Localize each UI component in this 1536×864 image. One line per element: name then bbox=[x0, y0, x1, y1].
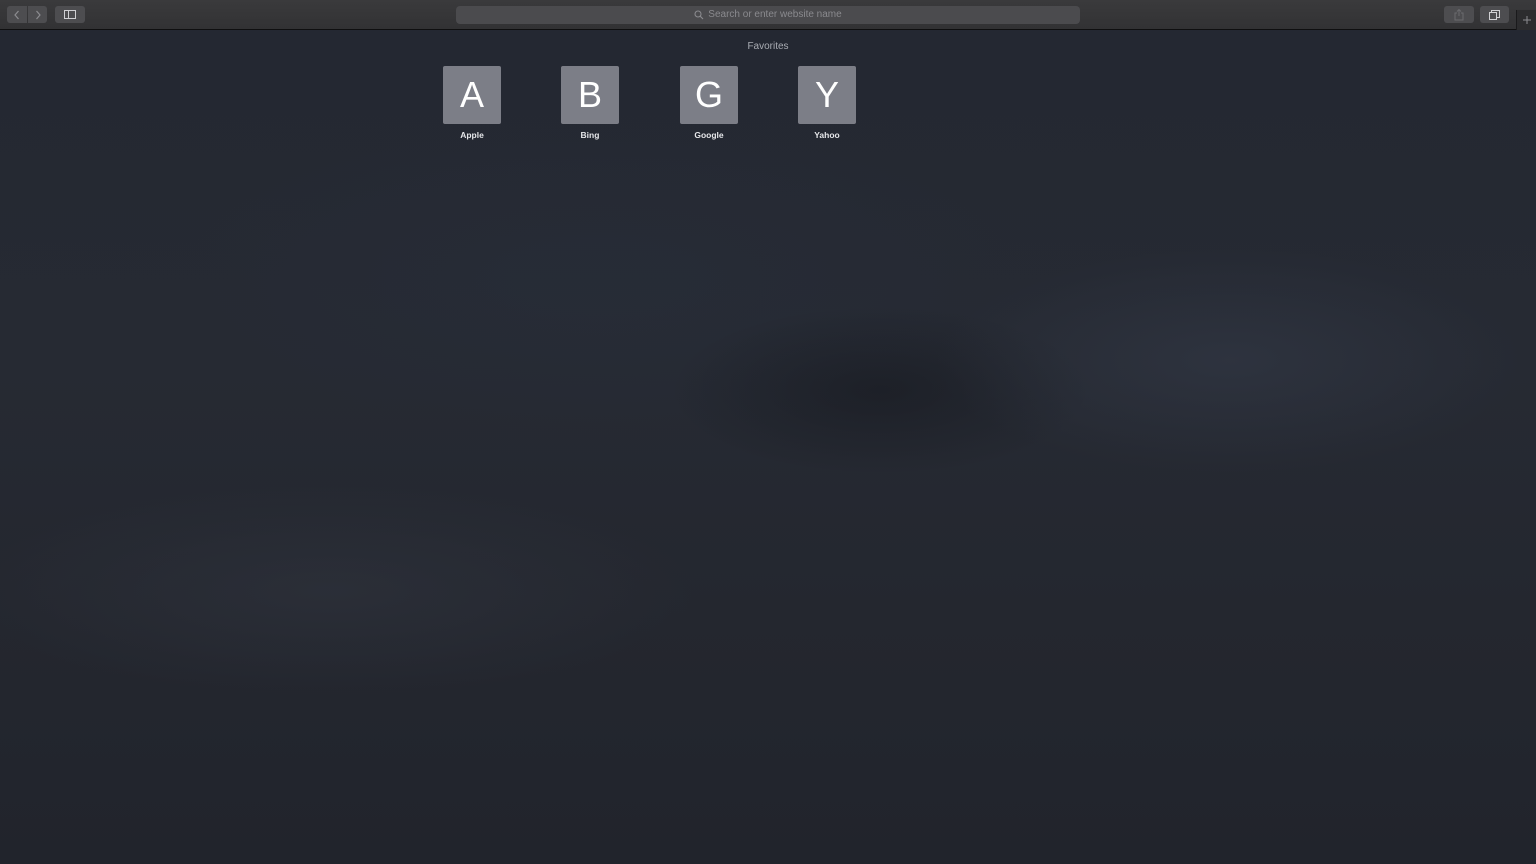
address-bar[interactable]: Search or enter website name bbox=[456, 6, 1080, 24]
sidebar-toggle-button[interactable] bbox=[55, 6, 85, 23]
favorite-tile: B bbox=[561, 66, 619, 124]
favorite-yahoo[interactable]: Y Yahoo bbox=[787, 66, 867, 146]
favorite-google[interactable]: G Google bbox=[669, 66, 749, 146]
chevron-left-icon bbox=[14, 10, 19, 19]
favorite-label: Apple bbox=[460, 130, 484, 140]
plus-icon bbox=[1522, 16, 1531, 24]
search-icon bbox=[694, 10, 704, 20]
favorite-bing[interactable]: B Bing bbox=[550, 66, 630, 146]
favorites-title: Favorites bbox=[747, 41, 789, 52]
tab-overview-button[interactable] bbox=[1480, 6, 1509, 23]
favorite-tile: A bbox=[443, 66, 501, 124]
back-button[interactable] bbox=[7, 6, 27, 23]
favorite-label: Bing bbox=[580, 130, 600, 140]
favorite-tile: Y bbox=[798, 66, 856, 124]
page-background bbox=[0, 30, 1536, 864]
sidebar-icon bbox=[64, 10, 76, 19]
favorite-apple[interactable]: A Apple bbox=[432, 66, 512, 146]
share-icon bbox=[1454, 8, 1464, 20]
browser-toolbar: Search or enter website name bbox=[0, 0, 1536, 30]
address-placeholder: Search or enter website name bbox=[708, 9, 842, 20]
favorite-label: Yahoo bbox=[814, 130, 840, 140]
forward-button[interactable] bbox=[28, 6, 47, 23]
share-button[interactable] bbox=[1444, 6, 1474, 23]
favorite-tile: G bbox=[680, 66, 738, 124]
tabs-overview-icon bbox=[1489, 9, 1500, 20]
chevron-right-icon bbox=[35, 10, 41, 19]
favorite-label: Google bbox=[694, 130, 724, 140]
new-tab-button[interactable] bbox=[1516, 10, 1536, 30]
